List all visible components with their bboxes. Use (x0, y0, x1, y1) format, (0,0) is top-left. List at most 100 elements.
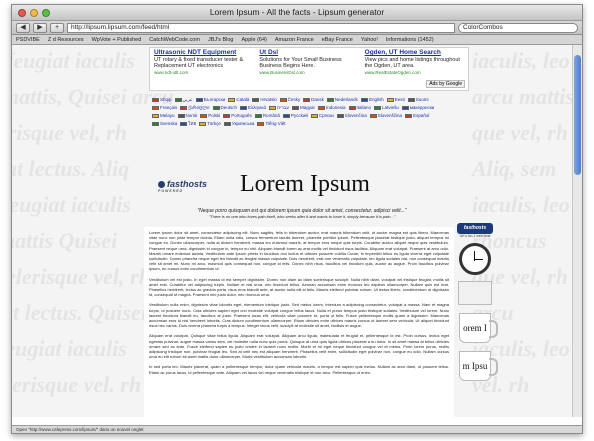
fasthosts-badge[interactable]: fasthosts (457, 223, 493, 234)
language-link[interactable]: Hrvatski (252, 96, 277, 104)
bookmark-item[interactable]: Z d Resources (48, 37, 84, 43)
ad-item[interactable]: Ultrasonic NDT Equipment UT rotary & fix… (154, 49, 253, 88)
language-link[interactable]: Português (223, 112, 252, 120)
bookmark-item[interactable]: JBJ's Blog (208, 37, 234, 43)
ad-body: Solutions for Your Small Business Busine… (259, 56, 342, 70)
google-ads-box: Ultrasonic NDT Equipment UT rotary & fix… (149, 47, 469, 91)
navigation-toolbar: ◀ ▶ + http://lipsum.lipsum.com/feed/html… (12, 21, 582, 35)
language-link[interactable]: македонски (401, 104, 434, 112)
flag-icon (257, 121, 265, 126)
back-button[interactable]: ◀ (16, 22, 30, 33)
article-paragraph: Aliquam erat volutpat. Quisque vitae tel… (149, 333, 449, 360)
language-link[interactable]: Shqip (152, 96, 172, 104)
language-link[interactable]: Norsk (177, 112, 197, 120)
language-link[interactable]: ქართული (180, 104, 210, 112)
mug-product-image[interactable]: orem I (459, 313, 498, 343)
language-label: Deutsch (220, 105, 238, 110)
logo-name: fasthosts (167, 179, 208, 189)
language-link[interactable]: Nederlands (326, 96, 358, 104)
flag-icon (348, 105, 356, 110)
flag-icon (401, 105, 409, 110)
ads-by-google-link[interactable]: Ads by Google (426, 80, 465, 88)
language-link[interactable]: عربي (174, 96, 193, 104)
language-link[interactable]: Español (405, 112, 429, 120)
language-link[interactable]: Српски (310, 112, 334, 120)
flag-icon (177, 113, 185, 118)
mug-product-image-2[interactable]: m Ipsu (459, 351, 498, 381)
language-label: Shqip (160, 97, 172, 102)
language-link[interactable]: Pycckий (282, 112, 308, 120)
language-link[interactable]: Tiếng Việt (257, 120, 285, 128)
language-label: English (368, 97, 384, 102)
address-bar[interactable]: http://lipsum.lipsum.com/feed/html (67, 22, 455, 33)
flag-icon (174, 97, 182, 102)
flag-icon (152, 113, 159, 118)
ad-url: www.ndt-utlt.com (154, 69, 189, 75)
language-link[interactable]: Български (195, 96, 225, 104)
language-link[interactable]: Eesti (386, 96, 405, 104)
bookmark-item[interactable]: Informations (1452) (386, 37, 434, 43)
language-link[interactable]: Slovenčina (336, 112, 367, 120)
language-label: Ελληνικά (248, 105, 267, 110)
language-link[interactable]: English (360, 96, 384, 104)
bookmark-item[interactable]: eBay France (322, 37, 353, 43)
language-link[interactable]: Deutsch (212, 104, 238, 112)
fasthosts-caption: UK's No.1 web host (459, 234, 491, 238)
language-link[interactable]: Français (152, 104, 177, 112)
flag-icon (152, 105, 159, 110)
search-field[interactable]: ColorCombos (458, 22, 578, 33)
language-link[interactable]: Українська (223, 120, 254, 128)
bookmark-item[interactable]: PSDVIBE (16, 37, 40, 43)
language-link[interactable]: Italiano (348, 104, 371, 112)
language-link[interactable]: Türkçe (199, 120, 221, 128)
flag-icon (318, 105, 326, 110)
language-link[interactable]: Ελληνικά (240, 104, 266, 112)
watermark-text: erisque vel, rh (12, 120, 127, 145)
ad-item[interactable]: Ut Dsl Solutions for Your Small Business… (259, 49, 358, 88)
quote-block: "Neque porro quisquam est qui dolorem ip… (152, 208, 452, 220)
flag-icon (310, 113, 318, 118)
language-link[interactable]: Melayu (152, 112, 175, 120)
scrollbar-thumb[interactable] (574, 55, 581, 175)
language-link[interactable]: Polski (200, 112, 220, 120)
article-paragraph: Vestibulum nulla enim, dignissim vitae l… (149, 302, 449, 329)
language-label: Tiếng Việt (265, 121, 286, 126)
language-link[interactable]: עברית (269, 104, 289, 112)
mousepad-product-image[interactable] (458, 281, 492, 305)
language-link[interactable]: ไทย (180, 120, 196, 128)
flag-icon (199, 121, 207, 126)
language-label: Pycckий (290, 113, 308, 118)
language-link[interactable]: Suomi (407, 96, 428, 104)
vertical-scrollbar[interactable] (572, 45, 582, 417)
language-link[interactable]: Română (254, 112, 280, 120)
language-link[interactable]: Slovenščina (369, 112, 402, 120)
language-link[interactable]: Latviešu (374, 104, 399, 112)
language-link[interactable]: Svenska (152, 120, 177, 128)
add-bookmark-button[interactable]: + (50, 22, 64, 33)
bookmark-item[interactable]: CatchWebCode.com (149, 37, 200, 43)
language-label: Türkçe (207, 121, 221, 126)
language-link[interactable]: Česky (279, 96, 300, 104)
bookmark-item[interactable]: Amazon France (275, 37, 314, 43)
status-bar: Open "http://www.cafepress.com/lipsum/" … (12, 425, 582, 433)
language-link[interactable]: Dansk (303, 96, 324, 104)
language-link[interactable]: Indonesia (318, 104, 346, 112)
watermark-text: iaculis, leo sem (472, 192, 582, 217)
language-label: Latviešu (382, 105, 399, 110)
flag-icon (292, 105, 299, 110)
flag-icon (240, 105, 248, 110)
forward-button[interactable]: ▶ (33, 22, 47, 33)
bookmark-item[interactable]: Yahoo! (361, 37, 378, 43)
watermark-text: feugiat iaculis (12, 48, 135, 73)
language-label: ქართული (188, 105, 210, 110)
flag-icon (405, 113, 413, 118)
bookmark-item[interactable]: WpVote + Published (92, 37, 142, 43)
clock-product-image[interactable] (459, 243, 491, 275)
article-paragraph: In sed porta leo. Mauris placerat, quam … (149, 364, 449, 375)
language-link[interactable]: Magyar (292, 104, 315, 112)
language-label: Magyar (300, 105, 316, 110)
bookmark-item[interactable]: Apple (64) (241, 37, 266, 43)
browser-window: Lorem Ipsum - All the facts - Lipsum gen… (11, 4, 583, 434)
fasthosts-logo[interactable]: fasthosts POWERED (158, 179, 207, 193)
language-link[interactable]: Català (228, 96, 249, 104)
